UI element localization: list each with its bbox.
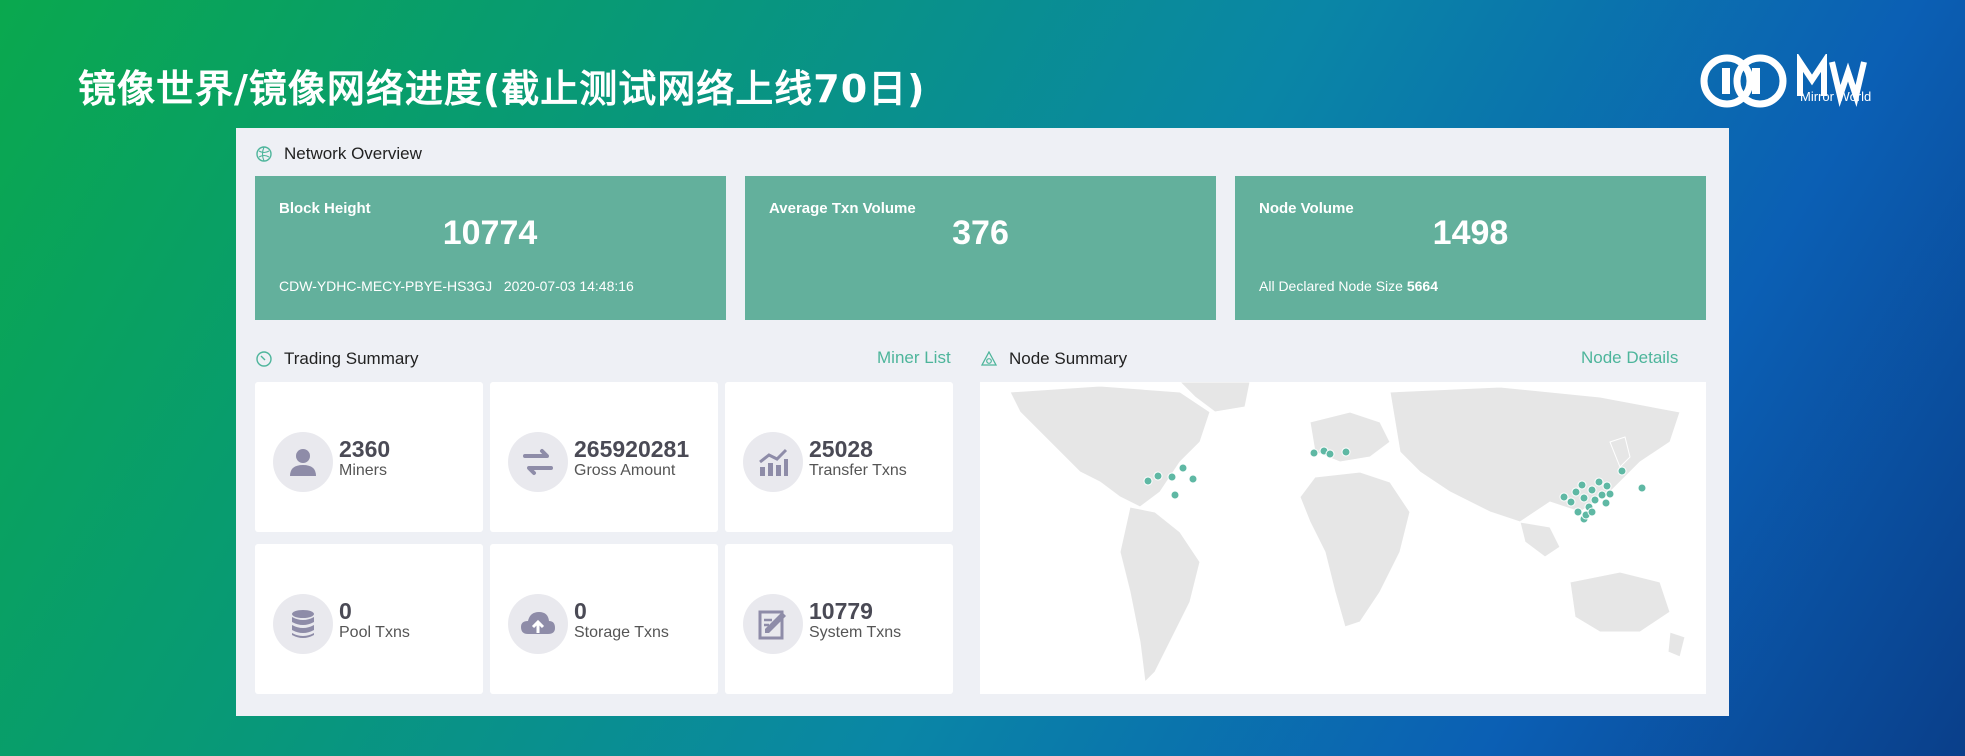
avg-txn-volume-card: Average Txn Volume 376 [745, 176, 1216, 320]
gauge-icon [256, 351, 272, 367]
database-icon [292, 610, 314, 638]
declared-node-label: All Declared Node Size [1259, 278, 1403, 294]
network-nodes-icon [981, 351, 997, 366]
stat-tile-value: 2360 [339, 436, 391, 462]
node-summary-title: Node Summary [1009, 349, 1128, 368]
edit-document-icon [758, 610, 786, 640]
stat-tile-value: 25028 [809, 436, 873, 462]
block-time: 2020-07-03 14:48:16 [503, 278, 634, 294]
world-map-graphic [1009, 382, 1686, 684]
block-height-card: Block Height 10774 CDW-YDHC-MECY-PBYE-HS… [255, 176, 726, 320]
node-details-link[interactable]: Node Details [1581, 348, 1678, 368]
logo-text: Mirror World [1800, 89, 1872, 104]
stat-tile-label: Storage Txns [574, 624, 669, 641]
declared-node-line: All Declared Node Size 5664 [1259, 278, 1438, 294]
stat-tile-storage-txns: 0 Storage Txns [490, 544, 718, 694]
trading-summary-title: Trading Summary [284, 349, 419, 368]
stat-tile-label: Gross Amount [574, 462, 676, 479]
block-hash: CDW-YDHC-MECY-PBYE-HS3GJ [279, 278, 493, 294]
node-volume-card: Node Volume 1498 All Declared Node Size … [1235, 176, 1706, 320]
dashboard-panel: Network Overview Block Height 10774 CDW-… [236, 128, 1729, 716]
node-volume-value: 1498 [1432, 214, 1509, 252]
stat-tile-label: System Txns [809, 624, 902, 641]
user-icon [290, 449, 316, 476]
stat-tile-value: 0 [339, 598, 352, 624]
miner-list-link[interactable]: Miner List [877, 348, 951, 368]
block-hash-line: CDW-YDHC-MECY-PBYE-HS3GJ 2020-07-03 14:4… [279, 278, 634, 294]
swap-arrows-icon [523, 449, 553, 475]
stat-tile-gross-amount: 265920281 Gross Amount [490, 382, 718, 532]
trading-summary-header: Trading Summary [256, 349, 418, 369]
declared-node-value: 5664 [1406, 278, 1439, 294]
node-summary-header: Node Summary [981, 349, 1127, 369]
node-world-map[interactable] [980, 382, 1706, 694]
network-overview-title: Network Overview [284, 144, 422, 163]
trend-chart-icon [759, 448, 788, 476]
block-height-value: 10774 [442, 214, 538, 252]
slide-title: 镜像世界/镜像网络进度(截止测试网络上线70日) [78, 67, 926, 111]
stat-tile-value: 265920281 [574, 436, 690, 462]
stat-tile-transfer-txns: 25028 Transfer Txns [725, 382, 953, 532]
avg-txn-volume-value: 376 [952, 214, 1009, 252]
stat-tile-system-txns: 10779 System Txns [725, 544, 953, 694]
stat-tile-label: Pool Txns [339, 624, 410, 641]
globe-icon [256, 146, 272, 162]
cloud-upload-icon [521, 612, 555, 634]
stat-tile-miners: 2360 Miners [255, 382, 483, 532]
stat-tile-label: Miners [339, 462, 388, 479]
stat-tile-label: Transfer Txns [809, 462, 907, 479]
stat-tile-pool-txns: 0 Pool Txns [255, 544, 483, 694]
network-overview-header: Network Overview [256, 144, 422, 164]
stat-tile-value: 10779 [809, 598, 873, 624]
stat-tile-value: 0 [574, 598, 587, 624]
